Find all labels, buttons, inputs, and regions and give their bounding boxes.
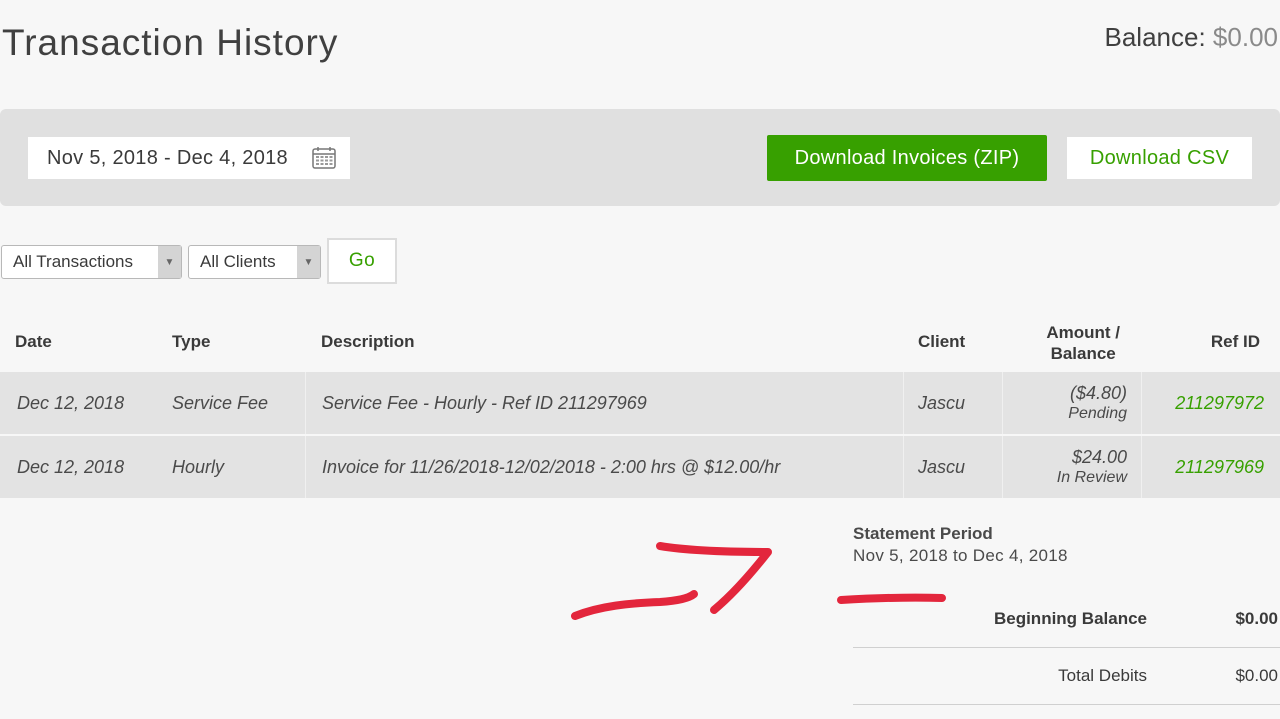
chevron-down-icon[interactable]: ▼ bbox=[158, 246, 181, 278]
row-client: Jascu bbox=[918, 393, 966, 413]
download-csv-button[interactable]: Download CSV bbox=[1067, 137, 1252, 179]
row-client: Jascu bbox=[918, 457, 966, 477]
row-ref-link[interactable]: 211297972 bbox=[1175, 393, 1264, 414]
column-header-type[interactable]: Type bbox=[172, 332, 210, 352]
row-amount: ($4.80) Pending bbox=[1068, 383, 1127, 423]
date-range-picker[interactable]: Nov 5, 2018 - Dec 4, 2018 bbox=[28, 137, 350, 179]
download-invoices-zip-button[interactable]: Download Invoices (ZIP) bbox=[767, 135, 1047, 181]
chevron-down-icon[interactable]: ▼ bbox=[297, 246, 320, 278]
client-select[interactable]: All Clients ▼ bbox=[188, 245, 321, 279]
row-date: Dec 12, 2018 bbox=[17, 393, 125, 413]
divider bbox=[853, 704, 1280, 705]
beginning-balance-value: $0.00 bbox=[1235, 609, 1278, 628]
toolbar: Nov 5, 2018 - Dec 4, 2018 Download Invoi… bbox=[0, 109, 1280, 206]
balance-label: Balance: bbox=[1104, 22, 1206, 52]
go-button[interactable]: Go bbox=[327, 238, 397, 284]
row-type: Hourly bbox=[172, 457, 225, 477]
balance-display: Balance: $0.00 bbox=[1105, 22, 1279, 53]
row-amount: $24.00 In Review bbox=[1057, 447, 1127, 487]
row-amount-value: $24.00 bbox=[1071, 447, 1127, 467]
client-value: All Clients bbox=[200, 252, 276, 271]
total-debits-value: $0.00 bbox=[1235, 666, 1278, 685]
table-row: Dec 12, 2018 Service Fee Service Fee - H… bbox=[0, 372, 1280, 434]
row-type: Service Fee bbox=[172, 393, 269, 413]
date-range-text: Nov 5, 2018 - Dec 4, 2018 bbox=[47, 146, 288, 169]
transaction-type-value: All Transactions bbox=[13, 252, 133, 271]
row-description: Invoice for 11/26/2018-12/02/2018 - 2:00… bbox=[322, 457, 781, 477]
row-date: Dec 12, 2018 bbox=[17, 457, 125, 477]
page-title: Transaction History bbox=[2, 22, 339, 63]
column-header-date[interactable]: Date bbox=[15, 332, 52, 352]
beginning-balance-label: Beginning Balance bbox=[993, 609, 1147, 628]
transaction-type-select[interactable]: All Transactions ▼ bbox=[1, 245, 182, 279]
calendar-icon[interactable] bbox=[312, 146, 336, 175]
statement-period-range: Nov 5, 2018 to Dec 4, 2018 bbox=[853, 546, 1068, 565]
row-ref-link[interactable]: 211297969 bbox=[1175, 457, 1264, 478]
amount-header-line1: Amount / bbox=[1046, 323, 1120, 342]
row-amount-status: In Review bbox=[1056, 469, 1127, 486]
statement-period-title: Statement Period bbox=[853, 524, 993, 543]
column-header-amount[interactable]: Amount / Balance bbox=[1046, 322, 1120, 364]
divider bbox=[853, 647, 1280, 648]
row-amount-status: Pending bbox=[1068, 405, 1127, 422]
row-amount-value: ($4.80) bbox=[1069, 383, 1127, 403]
row-description: Service Fee - Hourly - Ref ID 211297969 bbox=[322, 393, 647, 413]
balance-value: $0.00 bbox=[1212, 22, 1278, 52]
column-header-ref-id[interactable]: Ref ID bbox=[1211, 332, 1260, 352]
column-header-client[interactable]: Client bbox=[918, 332, 965, 352]
column-header-description[interactable]: Description bbox=[321, 332, 415, 352]
amount-header-line2: Balance bbox=[1050, 344, 1116, 363]
table-row: Dec 12, 2018 Hourly Invoice for 11/26/20… bbox=[0, 436, 1280, 498]
total-debits-label: Total Debits bbox=[1058, 666, 1147, 685]
